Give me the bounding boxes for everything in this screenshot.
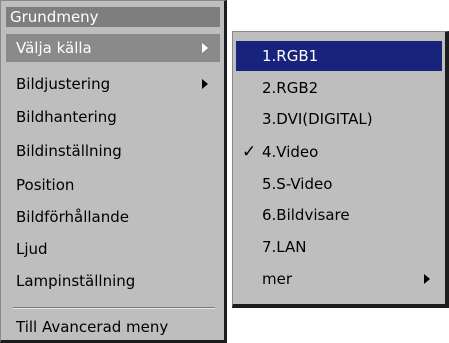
main-menu: Grundmeny Välja källa Bildjustering Bild… xyxy=(0,0,227,343)
menu-item-label: Lampinställning xyxy=(16,272,136,290)
menu-item-label: Bildjustering xyxy=(16,75,111,93)
source-item-rgb2[interactable]: 2.RGB2 xyxy=(236,73,442,103)
source-item-bildvisare[interactable]: 6.Bildvisare xyxy=(236,200,442,230)
source-item-dvi-digital[interactable]: 3.DVI(DIGITAL) xyxy=(236,104,442,134)
checkmark-icon: ✓ xyxy=(242,142,257,162)
menu-item-bildforhallande[interactable]: Bildförhållande xyxy=(6,203,220,231)
submenu-arrow-icon xyxy=(202,43,208,53)
source-item-label: 5.S-Video xyxy=(262,175,333,193)
source-item-video[interactable]: ✓ 4.Video xyxy=(236,137,442,167)
menu-item-label: Bildinställning xyxy=(16,142,122,160)
source-item-label: 6.Bildvisare xyxy=(262,206,350,224)
menu-item-label: Position xyxy=(16,176,75,194)
source-item-label: 3.DVI(DIGITAL) xyxy=(262,110,373,128)
submenu-arrow-icon xyxy=(202,79,208,89)
menu-item-label: Välja källa xyxy=(16,39,92,57)
menu-item-position[interactable]: Position xyxy=(6,171,220,199)
menu-divider xyxy=(13,307,215,309)
source-item-mer[interactable]: mer xyxy=(236,264,442,294)
menu-item-label: Bildförhållande xyxy=(16,208,129,226)
source-item-label: 4.Video xyxy=(262,143,319,161)
menu-item-label: Bildhantering xyxy=(16,108,117,126)
source-item-label: 2.RGB2 xyxy=(262,79,319,97)
source-item-label: mer xyxy=(262,270,293,288)
menu-item-bildinstallning[interactable]: Bildinställning xyxy=(6,137,220,165)
source-item-label: 1.RGB1 xyxy=(262,47,319,65)
menu-item-ljud[interactable]: Ljud xyxy=(6,235,220,263)
menu-item-bildhantering[interactable]: Bildhantering xyxy=(6,103,220,131)
menu-item-till-avancerad-meny[interactable]: Till Avancerad meny xyxy=(6,313,220,341)
menu-item-label: Ljud xyxy=(16,240,48,258)
menu-item-label: Till Avancerad meny xyxy=(16,318,169,336)
source-submenu: 1.RGB1 2.RGB2 3.DVI(DIGITAL) ✓ 4.Video 5… xyxy=(232,31,449,308)
menu-item-bildjustering[interactable]: Bildjustering xyxy=(6,70,220,98)
menu-title: Grundmeny xyxy=(6,7,220,27)
menu-item-valja-kalla[interactable]: Välja källa xyxy=(6,34,220,62)
source-item-rgb1[interactable]: 1.RGB1 xyxy=(236,41,442,71)
menu-item-lampinstallning[interactable]: Lampinställning xyxy=(6,267,220,295)
source-item-lan[interactable]: 7.LAN xyxy=(236,232,442,262)
submenu-arrow-icon xyxy=(424,274,430,284)
source-item-label: 7.LAN xyxy=(262,238,307,256)
source-item-s-video[interactable]: 5.S-Video xyxy=(236,169,442,199)
